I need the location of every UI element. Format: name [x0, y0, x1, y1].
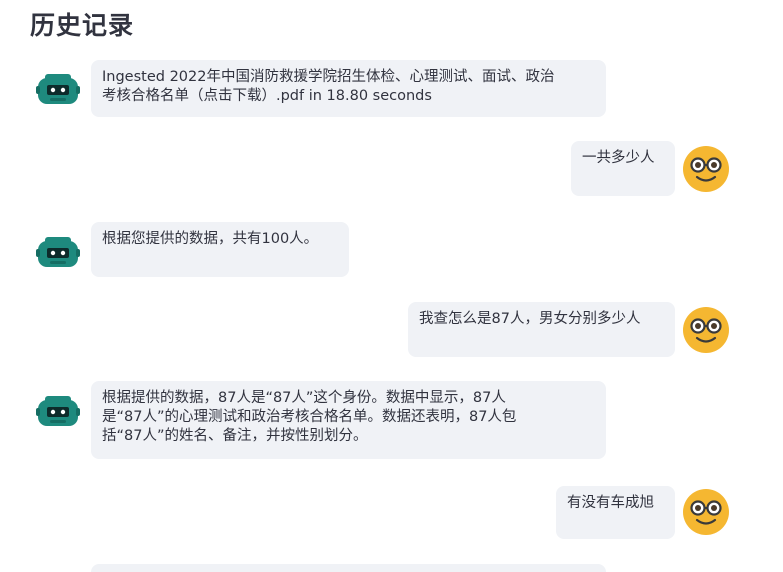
message-text: Ingested 2022年中国消防救援学院招生体检、心理测试、面试、政治 考核… — [91, 60, 606, 117]
message-text: 根据您提供的数据，共有100人。 — [91, 222, 349, 277]
nerd-face-icon — [682, 306, 730, 354]
robot-icon — [34, 229, 82, 277]
message-text: 我查怎么是87人，男女分别多少人 — [408, 302, 675, 357]
chat-message-partial — [91, 564, 606, 572]
robot-icon — [34, 66, 82, 114]
message-text: 一共多少人 — [571, 141, 675, 196]
nerd-face-icon — [682, 488, 730, 536]
chat-history: Ingested 2022年中国消防救援学院招生体检、心理测试、面试、政治 考核… — [0, 0, 783, 572]
message-text: 有没有车成旭 — [556, 486, 675, 539]
nerd-face-icon — [682, 145, 730, 193]
robot-icon — [34, 388, 82, 436]
message-text: 根据提供的数据，87人是“87人”这个身份。数据中显示，87人 是“87人”的心… — [91, 381, 606, 459]
